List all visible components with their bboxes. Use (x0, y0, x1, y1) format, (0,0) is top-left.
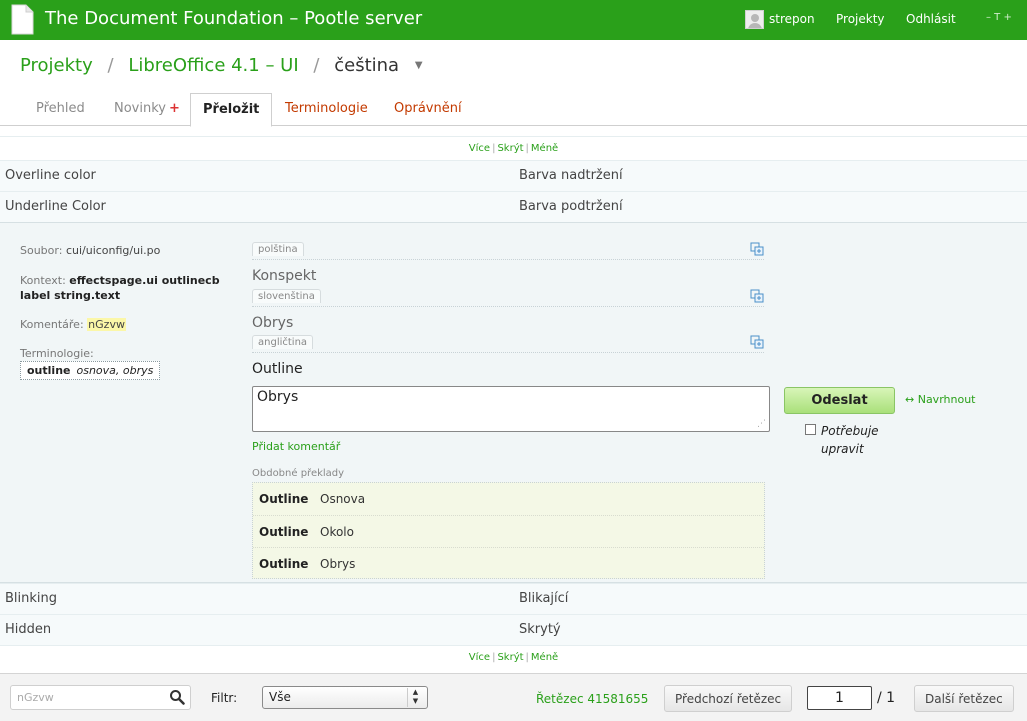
less-link[interactable]: Méně (531, 143, 558, 154)
filter-label: Filtr: (211, 691, 238, 705)
less-link[interactable]: Méně (531, 652, 558, 663)
translation-input[interactable]: Obrys (252, 386, 770, 432)
alt-language-english: angličtina (252, 335, 764, 353)
unit-id-link[interactable]: Řetězec 41581655 (536, 692, 648, 706)
hide-link[interactable]: Skrýt (497, 652, 523, 663)
copy-icon[interactable] (750, 335, 764, 349)
context-source: Blinking (5, 591, 58, 606)
font-size-controls[interactable]: – T + (986, 12, 1012, 23)
submit-button[interactable]: Odeslat (784, 387, 895, 414)
alt-language-slovak: slovenština (252, 289, 764, 307)
tab-permissions[interactable]: Oprávnění (382, 93, 474, 126)
similar-target: Obrys (320, 557, 356, 571)
tab-overview[interactable]: Přehled (24, 93, 97, 126)
context-info: Kontext: effectspage.ui outlinecb label … (20, 274, 220, 302)
resize-handle[interactable]: ⋰ (757, 419, 767, 429)
context-key: effectspage.ui outlinecb (69, 274, 220, 287)
context-controls-bottom: Více | Skrýt | Méně (0, 645, 1027, 669)
alt-language-polish: polština (252, 242, 764, 260)
alt-translation: Konspekt (252, 268, 317, 284)
term-source: outline (27, 364, 71, 377)
file-path[interactable]: cui/uiconfig/ui.po (66, 244, 160, 257)
page-total: / 1 (877, 690, 896, 706)
similar-translations-title: Obdobné překlady (252, 468, 345, 479)
search-input[interactable] (10, 685, 191, 710)
translation-editor: Soubor: cui/uiconfig/ui.po Kontext: effe… (0, 222, 1027, 583)
comments-info: Komentáře: nGzvw (20, 318, 126, 331)
logout-link[interactable]: Odhlásit (906, 12, 956, 26)
context-target: Barva nadtržení (519, 168, 623, 183)
tab-news[interactable]: Novinky + (102, 93, 192, 126)
language-tag: polština (252, 242, 304, 256)
tab-bar: Přehled Novinky + Přeložit Terminologie O… (0, 93, 1027, 127)
alt-translation: Obrys (252, 315, 294, 331)
file-info: Soubor: cui/uiconfig/ui.po (20, 244, 161, 257)
filter-select[interactable]: Vše ▲ ▼ (262, 686, 428, 709)
context-target: Blikající (519, 591, 569, 606)
site-title[interactable]: The Document Foundation – Pootle server (45, 8, 422, 29)
copy-icon[interactable] (750, 289, 764, 303)
similar-target: Okolo (320, 525, 354, 539)
context-row[interactable]: Underline Color Barva podtržení (0, 191, 1027, 222)
terminology-entry[interactable]: outline osnova, obrys (20, 361, 161, 380)
context-row[interactable]: Blinking Blikající (0, 583, 1027, 614)
search-icon[interactable] (169, 689, 185, 705)
previous-unit-button[interactable]: Předchozí řetězec (664, 685, 793, 712)
comment-text: nGzvw (87, 318, 126, 331)
suggest-link[interactable]: ↔ Navrhnout (905, 393, 975, 406)
document-logo-icon[interactable] (11, 4, 34, 35)
context-controls-top: Více | Skrýt | Méně (0, 136, 1027, 160)
navigation-bar: Filtr: Vše ▲▼ Řetězec 41581655 Předchozí… (0, 673, 1027, 721)
page-number-input[interactable] (807, 686, 872, 710)
context-source: Underline Color (5, 199, 106, 214)
language-tag: angličtina (252, 335, 314, 349)
context-target: Barva podtržení (519, 199, 623, 214)
similar-source: Outline (259, 525, 309, 539)
context-key-2: label string.text (20, 289, 121, 302)
username-link[interactable]: strepon (769, 12, 815, 26)
needs-work-checkbox[interactable] (805, 424, 816, 435)
tab-terminology[interactable]: Terminologie (273, 93, 380, 126)
context-target: Skrytý (519, 622, 561, 637)
similar-target: Osnova (320, 492, 366, 506)
similar-row[interactable]: Outline Okolo (253, 515, 764, 547)
filter-value: Vše (269, 690, 291, 704)
more-link[interactable]: Více (469, 652, 490, 663)
chevron-down-icon[interactable]: ▼ (415, 60, 423, 71)
breadcrumb-projects[interactable]: Projekty (20, 55, 93, 76)
news-badge: + (168, 101, 180, 116)
more-link[interactable]: Více (469, 143, 490, 154)
context-row[interactable]: Hidden Skrytý (0, 614, 1027, 645)
context-source: Hidden (5, 622, 52, 637)
context-row[interactable]: Overline color Barva nadtržení (0, 160, 1027, 191)
term-target: osnova, obrys (76, 364, 154, 377)
needs-work-label[interactable]: Potřebuje upravit (821, 422, 901, 458)
breadcrumb-language[interactable]: čeština (334, 55, 399, 76)
hide-link[interactable]: Skrýt (497, 143, 523, 154)
breadcrumb-separator: / (107, 55, 114, 76)
user-avatar[interactable] (745, 10, 764, 29)
top-bar: The Document Foundation – Pootle server … (0, 0, 1027, 40)
add-comment-link[interactable]: Přidat komentář (252, 440, 340, 453)
breadcrumb: Projekty / LibreOffice 4.1 – UI / češtin… (20, 55, 423, 76)
projects-link[interactable]: Projekty (836, 12, 885, 26)
language-tag: slovenština (252, 289, 321, 303)
tab-translate[interactable]: Přeložit (190, 93, 273, 127)
breadcrumb-separator: / (313, 55, 320, 76)
breadcrumb-project[interactable]: LibreOffice 4.1 – UI (128, 55, 298, 76)
similar-translations-list: Outline Osnova Outline Okolo Outline Obr… (252, 482, 765, 579)
select-arrows-icon: ▲ ▼ (407, 688, 423, 707)
context-source: Overline color (5, 168, 96, 183)
terminology-label: Terminologie: (20, 347, 94, 360)
similar-source: Outline (259, 492, 309, 506)
copy-icon[interactable] (750, 242, 764, 256)
next-unit-button[interactable]: Další řetězec (914, 685, 1014, 712)
similar-row[interactable]: Outline Osnova (253, 483, 764, 515)
similar-source: Outline (259, 557, 309, 571)
similar-row[interactable]: Outline Obrys (253, 547, 764, 579)
source-text: Outline (252, 361, 303, 377)
